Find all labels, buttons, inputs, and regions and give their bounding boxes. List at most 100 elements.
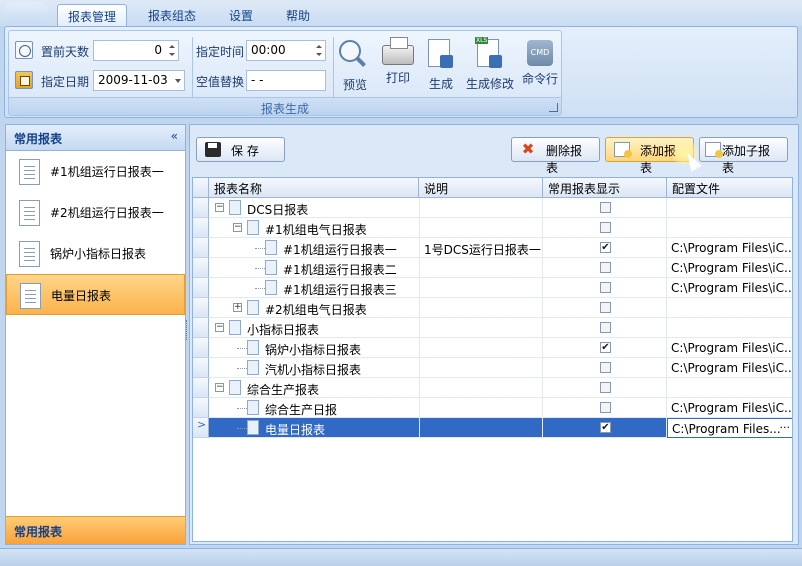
generate-button[interactable]: 生成 (423, 37, 459, 95)
nav-item-report-2[interactable]: #2机组运行日报表一 (6, 192, 185, 233)
table-row[interactable]: 综合生产日报 C:\Program Files\iC... (209, 398, 792, 418)
report-name-cell[interactable]: 汽机小指标日报表 (261, 358, 419, 378)
save-button[interactable]: 保 存 (196, 137, 285, 162)
description-cell[interactable] (419, 278, 543, 298)
table-row[interactable]: − #1机组电气日报表 (209, 218, 792, 238)
table-row[interactable]: − 综合生产报表 (209, 378, 792, 398)
collapse-node-icon[interactable]: − (215, 383, 224, 392)
generate-edit-button[interactable]: 生成修改 (464, 37, 516, 95)
null-replace-input[interactable]: - - (246, 70, 326, 91)
report-name-cell[interactable]: 小指标日报表 (243, 318, 419, 338)
column-favorite[interactable]: 常用报表显示 (543, 178, 667, 198)
nav-footer-button[interactable]: 常用报表 (6, 516, 185, 544)
row-header[interactable] (193, 358, 209, 378)
favorite-checkbox[interactable] (600, 302, 611, 313)
dialog-launcher-icon[interactable] (549, 103, 558, 112)
favorite-checkbox[interactable] (600, 262, 611, 273)
report-name-cell[interactable]: #1机组运行日报表一 (279, 238, 419, 258)
description-cell[interactable] (419, 378, 543, 398)
favorite-checkbox[interactable] (600, 362, 611, 373)
tab-report-management[interactable]: 报表管理 (57, 4, 128, 26)
row-header[interactable] (193, 218, 209, 238)
favorite-checkbox[interactable]: ✔ (600, 422, 611, 433)
config-file-cell[interactable] (667, 298, 792, 318)
time-spinner[interactable] (314, 42, 324, 59)
description-cell[interactable] (419, 358, 543, 378)
favorite-checkbox[interactable] (600, 402, 611, 413)
report-name-cell[interactable]: 电量日报表 (261, 418, 419, 438)
row-header[interactable] (193, 238, 209, 258)
description-cell[interactable] (419, 218, 543, 238)
favorite-checkbox[interactable] (600, 382, 611, 393)
description-cell[interactable] (419, 418, 543, 438)
add-child-report-button[interactable]: 添加子报表 (699, 137, 788, 175)
config-file-cell[interactable]: C:\Program Files\iC... (667, 358, 792, 378)
print-button[interactable]: 打印 (380, 37, 416, 95)
browse-ellipsis-button[interactable]: ··· (780, 421, 791, 434)
column-config-file[interactable]: 配置文件 (667, 178, 792, 198)
description-cell[interactable] (419, 398, 543, 418)
collapse-icon[interactable]: « (171, 129, 178, 143)
table-row[interactable]: #1机组运行日报表一 1号DCS运行日报表一 ✔ C:\Program Files\i… (209, 238, 792, 258)
config-file-cell[interactable] (667, 378, 792, 398)
collapse-node-icon[interactable]: − (215, 323, 224, 332)
config-file-cell[interactable]: C:\Program Files\iC... (667, 398, 792, 418)
row-header[interactable] (193, 338, 209, 358)
row-header[interactable] (193, 398, 209, 418)
favorite-checkbox[interactable] (600, 202, 611, 213)
time-input[interactable]: 00:00 (246, 40, 326, 61)
description-cell[interactable] (419, 258, 543, 278)
config-file-cell[interactable] (667, 218, 792, 238)
collapse-node-icon[interactable]: − (215, 203, 224, 212)
report-name-cell[interactable]: 综合生产日报 (261, 398, 419, 418)
favorite-checkbox[interactable] (600, 222, 611, 233)
table-row[interactable]: − 小指标日报表 (209, 318, 792, 338)
config-file-cell[interactable]: C:\Program Files\iC... (667, 338, 792, 358)
nav-item-electricity[interactable]: 电量日报表 (6, 274, 185, 315)
tab-report-config[interactable]: 报表组态 (138, 4, 206, 26)
config-file-cell[interactable] (667, 318, 792, 338)
report-name-cell[interactable]: #1机组电气日报表 (261, 218, 419, 238)
table-row[interactable]: 电量日报表 ✔ C:\Program Files... ··· (209, 418, 792, 438)
preview-button[interactable]: 预览 (337, 37, 373, 95)
nav-item-report-1[interactable]: #1机组运行日报表一 (6, 151, 185, 192)
report-name-cell[interactable]: #1机组运行日报表二 (279, 258, 419, 278)
table-row[interactable]: 汽机小指标日报表 C:\Program Files\iC... (209, 358, 792, 378)
description-cell[interactable]: 1号DCS运行日报表一 (419, 238, 543, 258)
report-name-cell[interactable]: #2机组电气日报表 (261, 298, 419, 318)
config-file-cell[interactable]: C:\Program Files\iC... (667, 278, 792, 298)
description-cell[interactable] (419, 318, 543, 338)
report-name-cell[interactable]: #1机组运行日报表三 (279, 278, 419, 298)
expand-node-icon[interactable]: + (233, 303, 242, 312)
column-report-name[interactable]: 报表名称 (209, 178, 419, 198)
report-name-cell[interactable]: 锅炉小指标日报表 (261, 338, 419, 358)
table-row[interactable]: #1机组运行日报表三 C:\Program Files\iC... (209, 278, 792, 298)
description-cell[interactable] (419, 338, 543, 358)
delete-report-button[interactable]: ✖ 删除报表 (511, 137, 600, 175)
cmd-button[interactable]: CMD 命令行 (520, 37, 560, 95)
config-file-cell[interactable]: C:\Program Files\iC... (667, 258, 792, 278)
description-cell[interactable] (419, 298, 543, 318)
row-header[interactable] (193, 198, 209, 218)
column-description[interactable]: 说明 (419, 178, 543, 198)
app-orb[interactable] (4, 2, 48, 24)
row-header[interactable] (193, 378, 209, 398)
report-name-cell[interactable]: DCS日报表 (243, 198, 419, 218)
table-row[interactable]: 锅炉小指标日报表 ✔ C:\Program Files\iC... (209, 338, 792, 358)
report-name-cell[interactable]: 综合生产报表 (243, 378, 419, 398)
favorite-checkbox[interactable] (600, 282, 611, 293)
favorite-checkbox[interactable]: ✔ (600, 342, 611, 353)
nav-item-boiler[interactable]: 锅炉小指标日报表 (6, 233, 185, 274)
row-header[interactable]: > (193, 418, 209, 438)
favorite-checkbox[interactable]: ✔ (600, 242, 611, 253)
description-cell[interactable] (419, 198, 543, 218)
row-header[interactable] (193, 258, 209, 278)
days-input[interactable]: 0 (93, 40, 179, 61)
days-spinner[interactable] (167, 42, 177, 59)
chevron-down-icon[interactable] (175, 79, 181, 83)
table-row[interactable]: #1机组运行日报表二 C:\Program Files\iC... (209, 258, 792, 278)
row-header[interactable] (193, 298, 209, 318)
table-row[interactable]: + #2机组电气日报表 (209, 298, 792, 318)
config-file-cell[interactable] (667, 198, 792, 218)
favorite-checkbox[interactable] (600, 322, 611, 333)
